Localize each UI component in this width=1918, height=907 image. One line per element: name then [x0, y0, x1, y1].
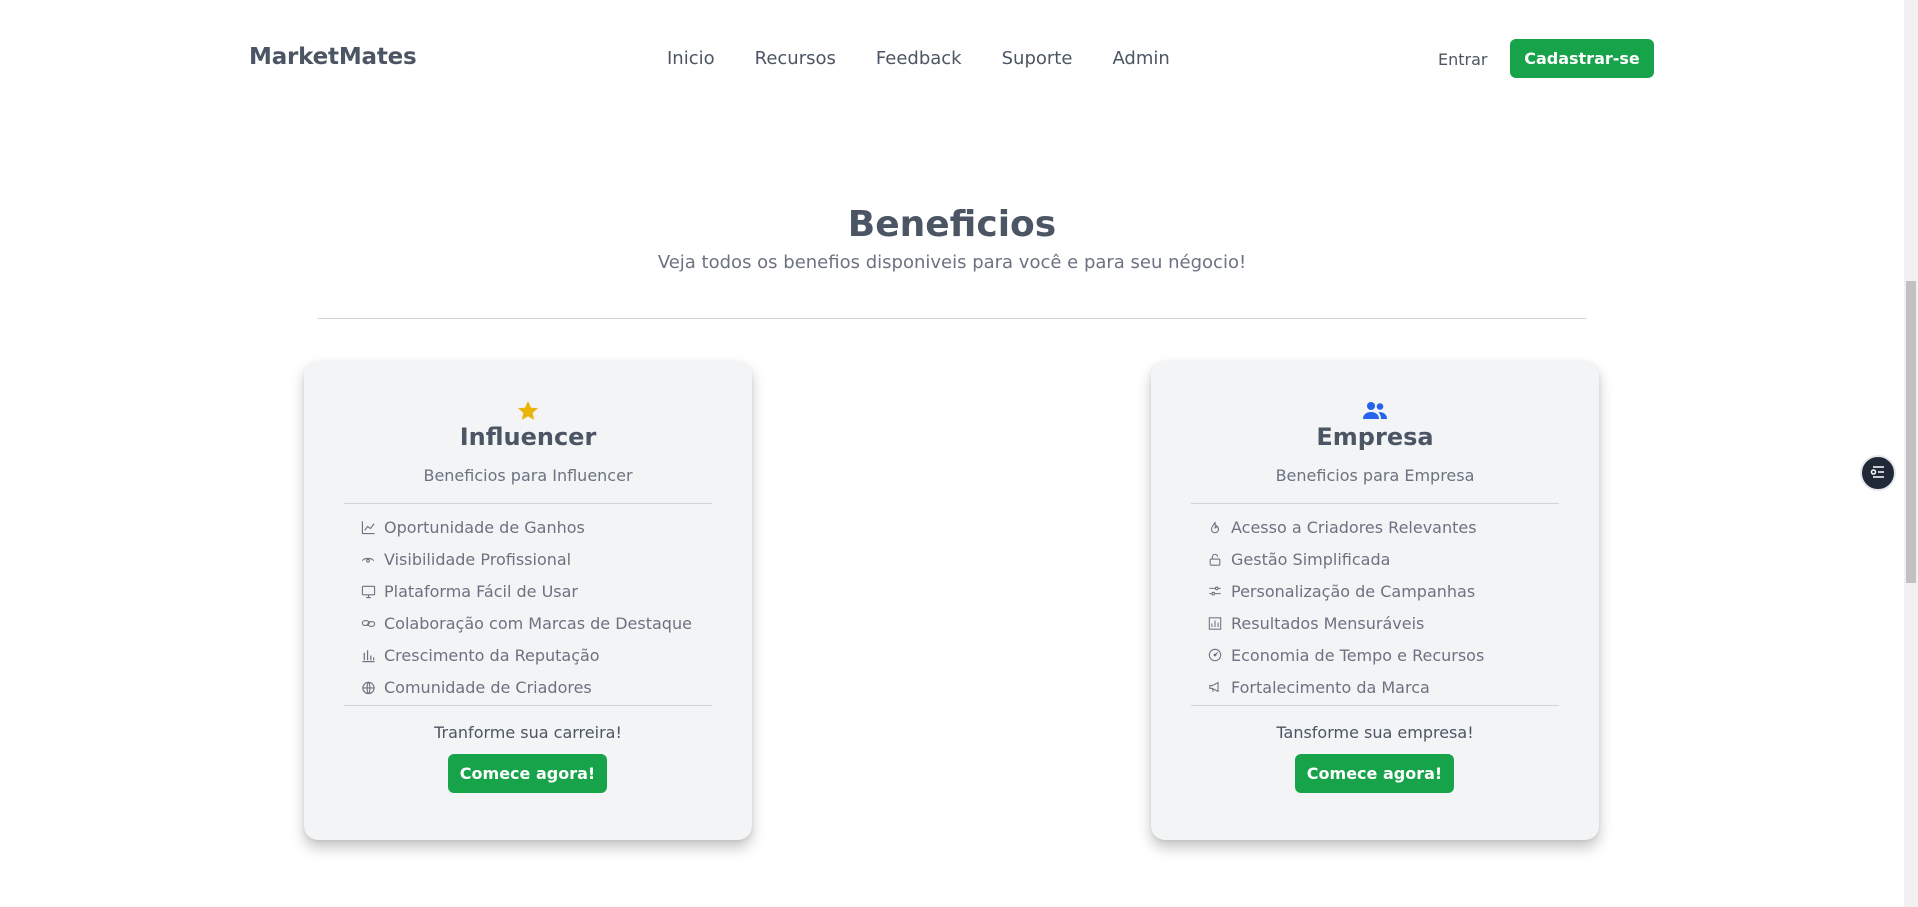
nav-item-recursos[interactable]: Recursos	[755, 48, 836, 69]
login-link[interactable]: Entrar	[1438, 50, 1487, 69]
brand-logo[interactable]: MarketMates	[249, 44, 417, 70]
signup-button[interactable]: Cadastrar-se	[1510, 39, 1654, 78]
megaphone-icon	[1207, 679, 1223, 695]
bar-chart-icon	[1207, 615, 1223, 631]
start-now-button[interactable]: Comece agora!	[448, 754, 607, 793]
benefit-list: Oportunidade de Ganhos Visibilidade Prof…	[360, 511, 740, 703]
benefit-label: Crescimento da Reputação	[384, 645, 600, 665]
section-subtitle: Veja todos os benefios disponiveis para …	[657, 252, 1247, 273]
card-divider	[1191, 503, 1559, 504]
card-subtitle: Beneficios para Influencer	[423, 466, 633, 485]
list-item: Crescimento da Reputação	[360, 639, 740, 671]
benefit-label: Resultados Mensuráveis	[1231, 613, 1425, 633]
menu-lines-icon	[1869, 464, 1887, 483]
card-subtitle: Beneficios para Empresa	[1275, 466, 1475, 485]
list-item: Visibilidade Profissional	[360, 543, 740, 575]
benefit-label: Plataforma Fácil de Usar	[384, 581, 578, 601]
section-title: Beneficios	[847, 204, 1057, 245]
benefit-label: Visibilidade Profissional	[384, 549, 572, 569]
link-icon	[360, 615, 376, 631]
benefit-label: Comunidade de Criadores	[384, 677, 592, 697]
bar-chart-icon	[360, 647, 376, 663]
nav-item-inicio[interactable]: Inicio	[667, 48, 715, 69]
card-divider	[344, 705, 712, 706]
line-chart-icon	[360, 519, 376, 535]
list-item: Resultados Mensuráveis	[1207, 607, 1587, 639]
top-navbar: MarketMates Inicio Recursos Feedback Sup…	[0, 0, 1904, 117]
nav-item-feedback[interactable]: Feedback	[876, 48, 962, 69]
eye-icon	[360, 551, 376, 567]
company-card: Empresa Beneficios para Empresa Acesso a…	[1151, 361, 1599, 840]
list-item: Gestão Simplificada	[1207, 543, 1587, 575]
list-item: Oportunidade de Ganhos	[360, 511, 740, 543]
main-nav: Inicio Recursos Feedback Suporte Admin	[667, 48, 1170, 69]
card-divider	[1191, 705, 1559, 706]
nav-item-suporte[interactable]: Suporte	[1002, 48, 1073, 69]
list-item: Personalização de Campanhas	[1207, 575, 1587, 607]
section-divider	[318, 318, 1586, 319]
benefit-label: Oportunidade de Ganhos	[384, 517, 585, 537]
nav-item-admin[interactable]: Admin	[1112, 48, 1169, 69]
lock-open-icon	[1207, 551, 1223, 567]
benefit-label: Acesso a Criadores Relevantes	[1231, 517, 1477, 537]
benefit-label: Colaboração com Marcas de Destaque	[384, 613, 692, 633]
benefit-label: Personalização de Campanhas	[1231, 581, 1476, 601]
monitor-icon	[360, 583, 376, 599]
list-item: Economia de Tempo e Recursos	[1207, 639, 1587, 671]
flame-icon	[1207, 519, 1223, 535]
benefit-label: Fortalecimento da Marca	[1231, 677, 1430, 697]
card-title: Empresa	[1316, 423, 1434, 451]
list-item: Colaboração com Marcas de Destaque	[360, 607, 740, 639]
list-item: Plataforma Fácil de Usar	[360, 575, 740, 607]
floating-menu-button[interactable]	[1860, 455, 1896, 491]
benefit-label: Gestão Simplificada	[1231, 549, 1391, 569]
page-scrollbar[interactable]	[1904, 0, 1918, 907]
list-item: Comunidade de Criadores	[360, 671, 740, 703]
list-item: Fortalecimento da Marca	[1207, 671, 1587, 703]
card-cta-text: Tranforme sua carreira!	[434, 723, 622, 742]
card-title: Influencer	[459, 423, 597, 451]
gauge-icon	[1207, 647, 1223, 663]
card-cta-text: Tansforme sua empresa!	[1276, 723, 1474, 742]
benefit-list: Acesso a Criadores Relevantes Gestão Sim…	[1207, 511, 1587, 703]
scrollbar-thumb[interactable]	[1906, 281, 1916, 583]
globe-icon	[360, 679, 376, 695]
influencer-card: Influencer Beneficios para Influencer Op…	[304, 361, 752, 840]
sliders-icon	[1207, 583, 1223, 599]
list-item: Acesso a Criadores Relevantes	[1207, 511, 1587, 543]
benefit-label: Economia de Tempo e Recursos	[1231, 645, 1485, 665]
start-now-button[interactable]: Comece agora!	[1295, 754, 1454, 793]
card-divider	[344, 503, 712, 504]
